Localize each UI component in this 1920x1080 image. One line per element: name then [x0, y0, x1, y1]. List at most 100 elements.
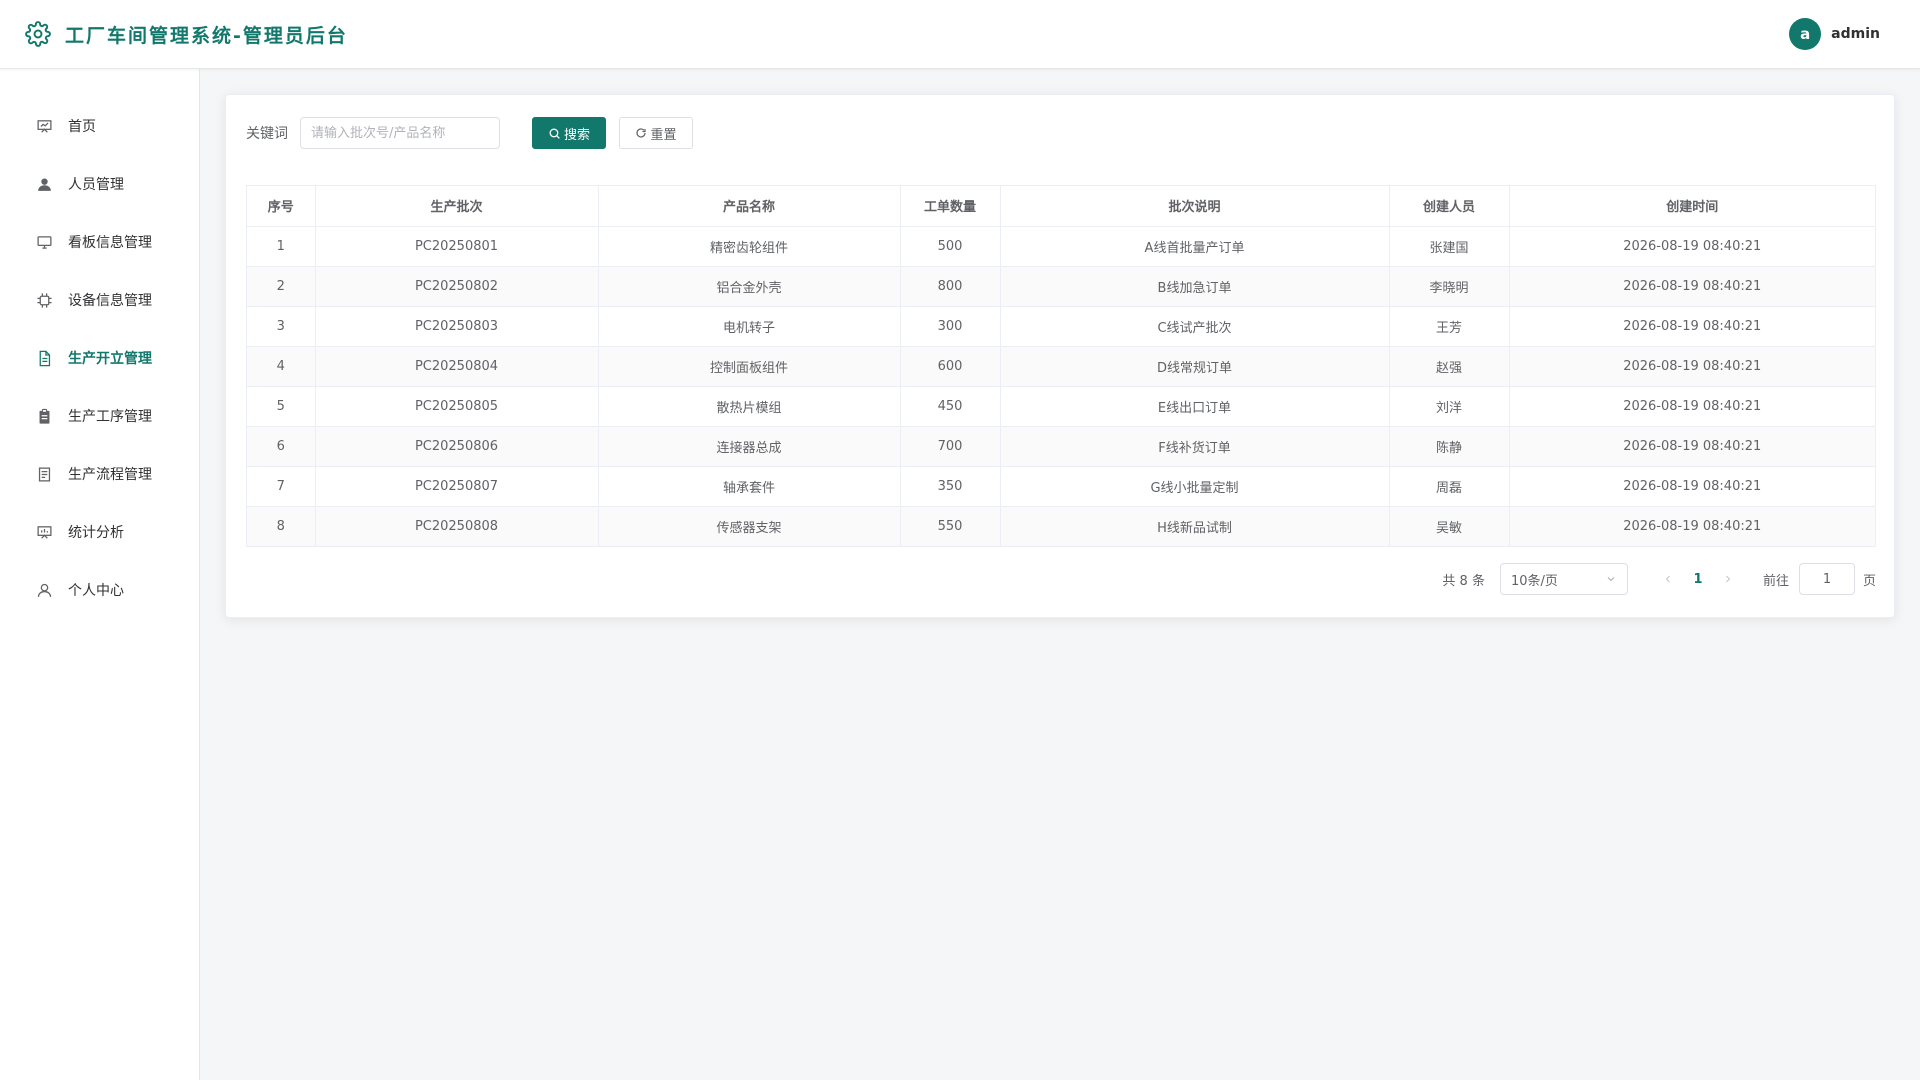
search-button[interactable]: 搜索 [532, 117, 606, 149]
chevron-right-icon [1726, 575, 1731, 583]
column-header: 序号 [247, 186, 316, 227]
table-row[interactable]: 6 PC20250806 连接器总成 700 F线补货订单 陈静 2026-08-19 08… [247, 426, 1875, 467]
table-cell: 刘洋 [1389, 386, 1510, 427]
sidebar-item-board[interactable]: 看板信息管理 [0, 213, 199, 271]
table-cell: 电机转子 [598, 306, 901, 347]
tickets-icon [35, 465, 53, 483]
table-cell: PC20250801 [315, 226, 599, 267]
table-cell: 连接器总成 [598, 426, 901, 467]
table-cell: 2 [247, 266, 316, 307]
table-cell: 铝合金外壳 [598, 266, 901, 307]
table-cell: PC20250808 [315, 506, 599, 546]
table-cell: 2026-08-19 08:40:21 [1509, 466, 1875, 507]
table-row[interactable]: 2 PC20250802 铝合金外壳 800 B线加急订单 李晓明 2026-08-19 0… [247, 266, 1875, 307]
sidebar-item-label: 生产开立管理 [68, 351, 152, 367]
content-card: 关键词 搜索 重置 序号生产批次产品名称工单数量批次说明创建人员创建时间 1PC… [225, 94, 1895, 618]
column-header: 产品名称 [598, 186, 901, 227]
table-cell: PC20250806 [315, 426, 599, 467]
sidebar-item-statistics[interactable]: 统计分析 [0, 503, 199, 561]
table-cell: A线首批量产订单 [1000, 226, 1390, 267]
table-cell: 3 [247, 306, 316, 347]
column-header: 工单数量 [900, 186, 1001, 227]
keyword-label: 关键词 [246, 126, 288, 142]
table-cell: D线常规订单 [1000, 346, 1390, 387]
sidebar-item-home[interactable]: 首页 [0, 97, 199, 155]
sidebar-item-flow[interactable]: 生产流程管理 [0, 445, 199, 503]
cpu-icon [35, 291, 53, 309]
table-row[interactable]: 7 PC20250807 轴承套件 350 G线小批量定制 周磊 2026-08-19 08… [247, 466, 1875, 507]
table-cell: 2026-08-19 08:40:21 [1509, 266, 1875, 307]
table-cell: 精密齿轮组件 [598, 226, 901, 267]
table-cell: 轴承套件 [598, 466, 901, 507]
reset-button-label: 重置 [650, 127, 677, 143]
reset-button[interactable]: 重置 [619, 117, 693, 149]
table-cell: E线出口订单 [1000, 386, 1390, 427]
sidebar-item-personnel[interactable]: 人员管理 [0, 155, 199, 213]
table-cell: PC20250804 [315, 346, 599, 387]
table-cell: 450 [900, 386, 1001, 427]
table-row[interactable]: 1 PC20250801 精密齿轮组件 500 A线首批量产订单 张建国 2026-08-1… [247, 226, 1875, 267]
page-size-select[interactable]: 10条/页 [1499, 563, 1628, 595]
table-cell: 王芳 [1389, 306, 1510, 347]
table-cell: PC20250807 [315, 466, 599, 507]
table-cell: H线新品试制 [1000, 506, 1390, 546]
sidebar-item-label: 生产流程管理 [68, 467, 152, 483]
table-cell: 控制面板组件 [598, 346, 901, 387]
sidebar-item-process[interactable]: 生产工序管理 [0, 387, 199, 445]
clipboard-icon [35, 407, 53, 425]
next-page-button[interactable] [1713, 573, 1743, 585]
monitor-icon [35, 233, 53, 251]
sidebar-item-profile[interactable]: 个人中心 [0, 561, 199, 619]
table-cell: 550 [900, 506, 1001, 546]
table-cell: 4 [247, 346, 316, 387]
table-row[interactable]: 5 PC20250805 散热片模组 450 E线出口订单 刘洋 2026-08-19 08… [247, 386, 1875, 427]
user-menu[interactable]: a admin [1789, 18, 1880, 50]
table-cell: 1 [247, 226, 316, 267]
search-input[interactable] [300, 117, 500, 149]
page-number-current[interactable]: 1 [1683, 572, 1713, 587]
goto-page-input[interactable] [1798, 563, 1855, 595]
goto-label: 前往 [1762, 573, 1789, 589]
sidebar-item-label: 设备信息管理 [68, 293, 152, 309]
pagination: 共 8 条 10条/页 1 前往 页 [1442, 563, 1876, 595]
username[interactable]: admin [1831, 26, 1880, 42]
table-row[interactable]: 3 PC20250803 电机转子 300 C线试产批次 王芳 2026-08-19 08:… [247, 306, 1875, 347]
table-row[interactable]: 8 PC20250808 传感器支架 550 H线新品试制 吴敏 2026-08-19 08… [247, 506, 1875, 546]
table-cell: 李晓明 [1389, 266, 1510, 307]
table-cell: 300 [900, 306, 1001, 347]
search-bar: 关键词 搜索 重置 [246, 117, 693, 149]
column-header: 创建人员 [1389, 186, 1510, 227]
sidebar-item-label: 个人中心 [68, 583, 124, 599]
app-title: 工厂车间管理系统-管理员后台 [65, 24, 348, 47]
chevron-left-icon [1665, 575, 1670, 583]
table-cell: 陈静 [1389, 426, 1510, 467]
document-icon [35, 349, 53, 367]
table-cell: 赵强 [1389, 346, 1510, 387]
page-suffix: 页 [1862, 573, 1876, 589]
total-count: 共 8 条 [1442, 573, 1485, 589]
table-body: 1 PC20250801 精密齿轮组件 500 A线首批量产订单 张建国 2026-08-1… [247, 226, 1875, 546]
table-cell: 600 [900, 346, 1001, 387]
table-row[interactable]: 4 PC20250804 控制面板组件 600 D线常规订单 赵强 2026-08-19 0… [247, 346, 1875, 387]
refresh-icon [635, 127, 647, 139]
avatar[interactable]: a [1789, 18, 1822, 50]
table-cell: 500 [900, 226, 1001, 267]
data-table: 序号 生产批次 产品名称 工单数量 批次说明 创建人员 创建时间 1 PC20250801 精密… [246, 185, 1876, 547]
presentation-icon [35, 117, 53, 135]
chevron-down-icon [1605, 573, 1617, 585]
prev-page-button[interactable] [1653, 573, 1683, 585]
table-cell: 2026-08-19 08:40:21 [1509, 306, 1875, 347]
column-header: 生产批次 [315, 186, 599, 227]
sidebar-item-equipment[interactable]: 设备信息管理 [0, 271, 199, 329]
table-cell: PC20250802 [315, 266, 599, 307]
table-cell: 周磊 [1389, 466, 1510, 507]
column-header: 批次说明 [1000, 186, 1390, 227]
table-cell: 2026-08-19 08:40:21 [1509, 386, 1875, 427]
search-button-label: 搜索 [564, 127, 591, 143]
table-cell: PC20250803 [315, 306, 599, 347]
sidebar-item-label: 生产工序管理 [68, 409, 152, 425]
page-size-value: 10条/页 [1510, 573, 1558, 589]
table-cell: 2026-08-19 08:40:21 [1509, 346, 1875, 387]
sidebar-item-production-open[interactable]: 生产开立管理 [0, 329, 199, 387]
table-cell: 传感器支架 [598, 506, 901, 546]
